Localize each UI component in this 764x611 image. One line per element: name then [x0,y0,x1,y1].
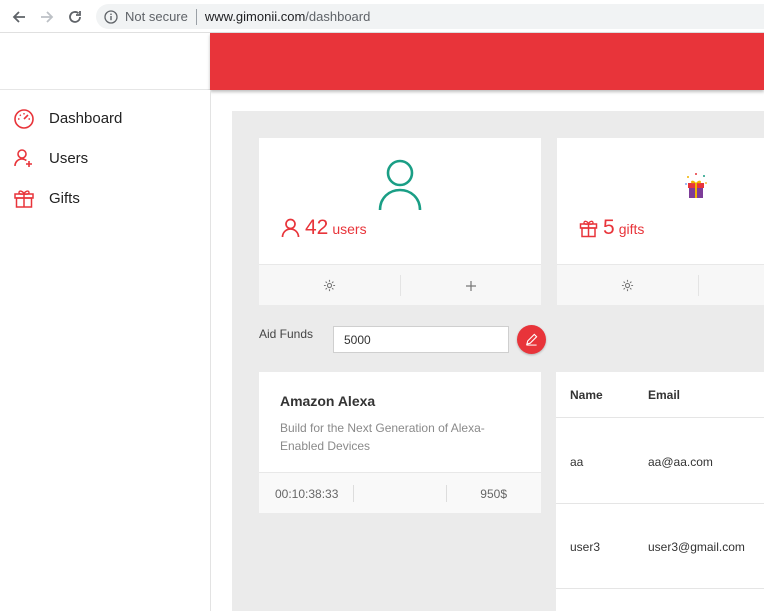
address-divider [195,8,197,25]
gifts-count-value: 5 [603,216,615,239]
footer-divider [446,485,447,502]
gear-icon [621,279,634,292]
user-avatar-icon [378,159,422,211]
footer-divider [698,275,699,296]
gifts-stat-card: 5 gifts [557,138,764,305]
sidebar-item-gifts[interactable]: Gifts [0,182,210,214]
users-card-footer [259,264,541,305]
sidebar-item-label: Users [49,149,89,167]
url-text[interactable]: www.gimonii.com/dashboard [205,9,370,24]
user-name-cell: aa [570,455,584,469]
info-icon[interactable] [104,9,118,24]
add-user-icon [14,149,32,167]
forward-button[interactable] [37,7,57,27]
users-count: 42 users [281,216,367,240]
gear-icon [323,279,336,292]
gifts-count-unit: gifts [618,221,645,237]
gifts-settings-button[interactable] [557,265,698,306]
browser-toolbar: Not secure www.gimonii.com/dashboard [0,0,764,33]
reload-button[interactable] [65,7,85,27]
user-name-cell: user3 [570,540,601,554]
gift-description: Build for the Next Generation of Alexa-E… [280,421,485,453]
app-header-bar [210,33,764,90]
url-host: www.gimonii.com [204,9,306,24]
gifts-count: 5 gifts [579,216,644,240]
user-email-cell: aa@aa.com [648,455,713,469]
column-header-name: Name [570,388,603,402]
back-button[interactable] [9,7,29,27]
speedometer-icon [14,109,34,129]
sidebar-item-dashboard[interactable]: Dashboard [0,102,210,134]
plus-icon [465,280,476,291]
gift-card[interactable]: Amazon Alexa Build for the Next Generati… [259,372,541,513]
sidebar: Dashboard Users Gifts [0,90,211,611]
pencil-icon [526,333,538,346]
back-arrow-icon [12,11,25,23]
users-stat-card: 42 users [259,138,541,305]
sidebar-item-users[interactable]: Users [0,142,210,174]
address-bar[interactable]: Not secure www.gimonii.com/dashboard [96,4,764,29]
user-icon [281,218,300,238]
gift-box-icon [685,173,707,198]
aid-funds-input[interactable] [333,326,509,353]
aid-funds-label: Aid Funds [259,327,314,341]
gifts-card-footer [557,264,764,305]
reload-icon [69,11,81,23]
users-table: Name Email aa aa@aa.com user3 user3@gmai… [556,372,764,611]
user-email-cell: user3@gmail.com [648,540,745,554]
url-path: /dashboard [305,9,371,24]
sidebar-item-label: Gifts [49,189,80,207]
security-label: Not secure [125,9,188,24]
forward-arrow-icon [41,11,54,23]
row-divider [556,588,764,589]
gift-price: 950$ [480,487,507,501]
footer-divider [353,485,354,502]
logo-area [0,33,210,90]
gift-icon [14,190,34,208]
sidebar-item-label: Dashboard [49,109,123,127]
add-user-button[interactable] [400,265,541,306]
gift-countdown: 00:10:38:33 [275,487,339,501]
column-header-email: Email [648,388,681,402]
row-divider [556,503,764,504]
users-count-value: 42 [305,216,329,239]
gift-card-footer: 00:10:38:33 950$ [259,472,541,513]
gift-icon [579,220,598,238]
users-count-unit: users [332,221,367,237]
row-divider [556,417,764,418]
gift-title: Amazon Alexa [280,393,376,409]
edit-funds-button[interactable] [517,325,546,354]
users-settings-button[interactable] [259,265,400,306]
